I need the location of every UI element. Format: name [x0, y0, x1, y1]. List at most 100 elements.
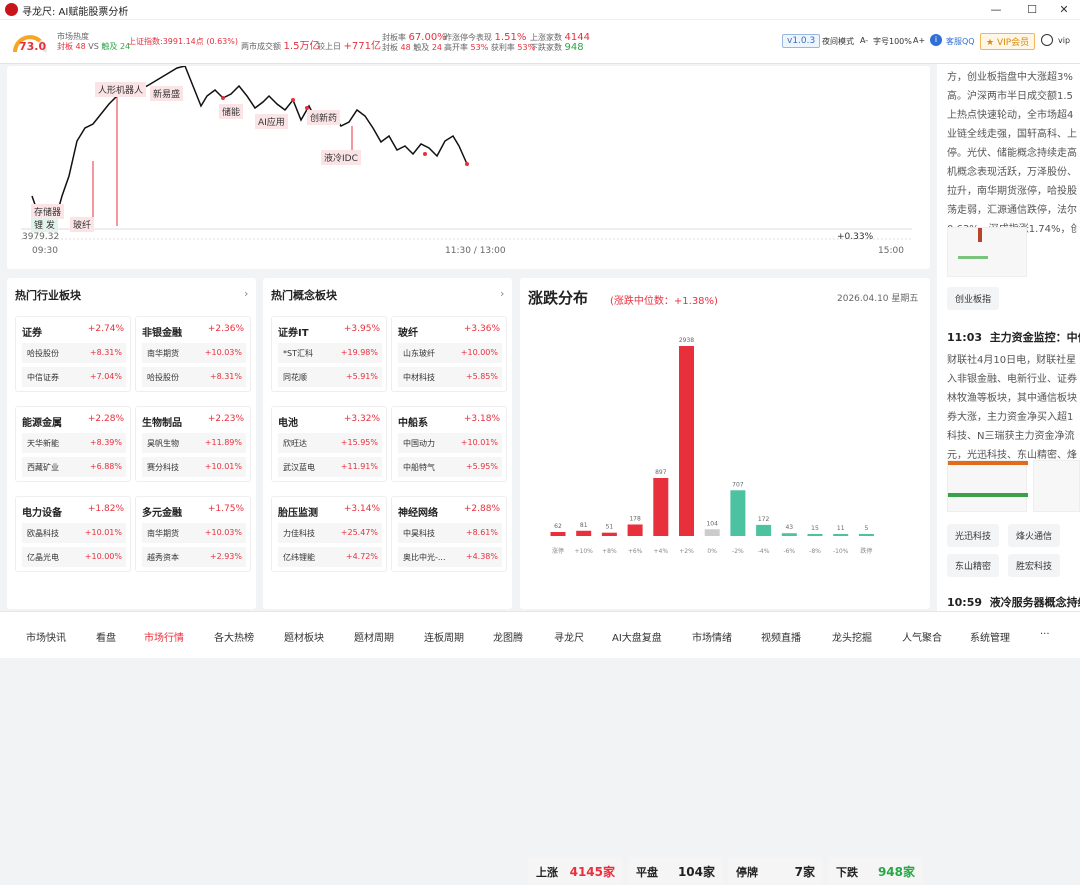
stock-row[interactable]: *ST汇科 +19.98%: [278, 343, 382, 363]
stock-chip[interactable]: 光迅科技: [947, 524, 1000, 547]
sector-change: +3.18%: [463, 414, 500, 424]
distribution-bar[interactable]: [679, 346, 694, 536]
maximize-icon[interactable]: ☐: [1014, 0, 1050, 20]
concept-card[interactable]: 玻纤 +3.36% 山东玻纤 +10.00% 中材科技 +5.85%: [391, 316, 507, 392]
nav-item[interactable]: 龙图腾: [493, 629, 523, 644]
news-headline[interactable]: 11:03 主力资金监控：中信: [947, 329, 1080, 345]
theme-tag[interactable]: 液冷IDC: [321, 150, 361, 165]
qq-support-link[interactable]: 客服QQ: [946, 36, 975, 47]
stock-row[interactable]: 哈投股份 +8.31%: [142, 367, 246, 387]
theme-tag[interactable]: 新易盛: [150, 86, 184, 101]
stock-row[interactable]: 欧晶科技 +10.01%: [22, 523, 126, 543]
industry-card[interactable]: 非银金融 +2.36% 南华期货 +10.03% 哈投股份 +8.31%: [135, 316, 251, 392]
nav-item[interactable]: 市场快讯: [26, 629, 66, 644]
stock-row[interactable]: 中国动力 +10.01%: [398, 433, 502, 453]
stock-row[interactable]: 亿纬锂能 +4.72%: [278, 547, 382, 567]
stock-row[interactable]: 中材科技 +5.85%: [398, 367, 502, 387]
nav-item[interactable]: 连板周期: [424, 629, 464, 644]
theme-tag[interactable]: 创新药: [307, 110, 341, 125]
stock-row[interactable]: 南华期货 +10.03%: [142, 343, 246, 363]
stock-row[interactable]: 哈投股份 +8.31%: [22, 343, 126, 363]
distribution-bar[interactable]: [576, 530, 592, 536]
industry-card[interactable]: 多元金融 +1.75% 南华期货 +10.03% 越秀资本 +2.93%: [135, 496, 251, 572]
news-image[interactable]: [947, 460, 1028, 512]
info-icon[interactable]: i: [930, 34, 942, 46]
nav-item[interactable]: 看盘: [96, 629, 116, 644]
stock-row[interactable]: 中船特气 +5.95%: [398, 457, 502, 477]
nav-item[interactable]: 题材板块: [284, 629, 324, 644]
news-headline[interactable]: 10:59 液冷服务器概念持续: [947, 594, 1080, 610]
stock-row[interactable]: 天华新能 +8.39%: [22, 433, 126, 453]
stock-row[interactable]: 中昊科技 +8.61%: [398, 523, 502, 543]
distribution-bar[interactable]: [858, 534, 874, 536]
nav-item[interactable]: 视频直播: [761, 629, 801, 644]
news-image[interactable]: [1033, 460, 1080, 512]
stock-row[interactable]: 赛分科技 +10.01%: [142, 457, 246, 477]
stock-change: +4.72%: [345, 552, 378, 561]
user-name[interactable]: vip: [1058, 36, 1070, 45]
news-tag-chip[interactable]: 创业板指: [947, 287, 1000, 310]
nav-item[interactable]: 系统管理: [970, 629, 1010, 644]
distribution-bar[interactable]: [653, 477, 669, 536]
distribution-bar[interactable]: [601, 532, 617, 536]
theme-tag[interactable]: AI应用: [255, 114, 288, 129]
user-icon[interactable]: [1041, 34, 1053, 46]
distribution-bar[interactable]: [781, 533, 797, 536]
industry-card[interactable]: 电力设备 +1.82% 欧晶科技 +10.01% 亿晶光电 +10.00%: [15, 496, 131, 572]
nav-item[interactable]: 市场情绪: [692, 629, 732, 644]
concept-card[interactable]: 胎压监测 +3.14% 力佳科技 +25.47% 亿纬锂能 +4.72%: [271, 496, 387, 572]
industry-card[interactable]: 生物制品 +2.23% 昊帆生物 +11.89% 赛分科技 +10.01%: [135, 406, 251, 482]
stock-row[interactable]: 南华期货 +10.03%: [142, 523, 246, 543]
theme-tag[interactable]: 锂 发: [31, 217, 58, 232]
distribution-bar[interactable]: [730, 490, 746, 536]
distribution-bar[interactable]: [807, 534, 823, 536]
stock-row[interactable]: 越秀资本 +2.93%: [142, 547, 246, 567]
close-icon[interactable]: ✕: [1046, 0, 1080, 20]
stock-row[interactable]: 武汉蓝电 +11.91%: [278, 457, 382, 477]
concept-card[interactable]: 中船系 +3.18% 中国动力 +10.01% 中船特气 +5.95%: [391, 406, 507, 482]
industry-card[interactable]: 证券 +2.74% 哈投股份 +8.31% 中信证券 +7.04%: [15, 316, 131, 392]
distribution-bar[interactable]: [704, 529, 720, 536]
stock-row[interactable]: 同花顺 +5.91%: [278, 367, 382, 387]
distribution-bar[interactable]: [550, 531, 566, 536]
theme-tag[interactable]: 人形机器人: [95, 82, 147, 97]
distribution-bar[interactable]: [833, 534, 849, 536]
news-thumbnail[interactable]: [947, 227, 1027, 277]
vip-badge[interactable]: ★ VIP会员: [980, 33, 1036, 50]
nav-item[interactable]: 人气聚合: [902, 629, 942, 644]
nav-item[interactable]: 市场行情: [144, 629, 184, 644]
concept-card[interactable]: 神经网络 +2.88% 中昊科技 +8.61% 奥比中光-... +4.38%: [391, 496, 507, 572]
nav-item[interactable]: 题材周期: [354, 629, 394, 644]
stock-row[interactable]: 昊帆生物 +11.89%: [142, 433, 246, 453]
distribution-bar[interactable]: [627, 524, 643, 536]
stock-row[interactable]: 欣旺达 +15.95%: [278, 433, 382, 453]
font-decrease-button[interactable]: A-: [860, 36, 868, 45]
stock-row[interactable]: 力佳科技 +25.47%: [278, 523, 382, 543]
stock-row[interactable]: 山东玻纤 +10.00%: [398, 343, 502, 363]
concept-card[interactable]: 证券IT +3.95% *ST汇科 +19.98% 同花顺 +5.91%: [271, 316, 387, 392]
distribution-bar[interactable]: [756, 524, 772, 536]
font-increase-button[interactable]: A+: [913, 36, 925, 45]
theme-tag[interactable]: 储能: [219, 104, 244, 119]
concept-more-icon[interactable]: ›: [500, 287, 504, 300]
stock-chip[interactable]: 胜宏科技: [1008, 554, 1061, 577]
stock-row[interactable]: 奥比中光-... +4.38%: [398, 547, 502, 567]
concept-card[interactable]: 电池 +3.32% 欣旺达 +15.95% 武汉蓝电 +11.91%: [271, 406, 387, 482]
stock-chip[interactable]: 东山精密: [947, 554, 1000, 577]
stock-row[interactable]: 中信证券 +7.04%: [22, 367, 126, 387]
industry-card[interactable]: 能源金属 +2.28% 天华新能 +8.39% 西藏矿业 +6.88%: [15, 406, 131, 482]
stock-name: 赛分科技: [147, 463, 179, 472]
stock-chip[interactable]: 烽火通信: [1008, 524, 1061, 547]
nav-item[interactable]: 寻龙尺: [554, 629, 584, 644]
nav-item[interactable]: 龙头挖掘: [832, 629, 872, 644]
stock-row[interactable]: 亿晶光电 +10.00%: [22, 547, 126, 567]
nav-item[interactable]: 各大热榜: [214, 629, 254, 644]
stock-row[interactable]: 西藏矿业 +6.88%: [22, 457, 126, 477]
nav-item[interactable]: ···: [1040, 629, 1050, 640]
index-text[interactable]: 上证指数:3991.14点 (0.63%): [128, 36, 238, 47]
night-mode-toggle[interactable]: 夜间模式: [822, 36, 854, 47]
industry-more-icon[interactable]: ›: [244, 287, 248, 300]
theme-tag[interactable]: 玻纤: [70, 217, 95, 232]
minimize-icon[interactable]: —: [978, 0, 1014, 20]
nav-item[interactable]: AI大盘复盘: [612, 629, 662, 644]
